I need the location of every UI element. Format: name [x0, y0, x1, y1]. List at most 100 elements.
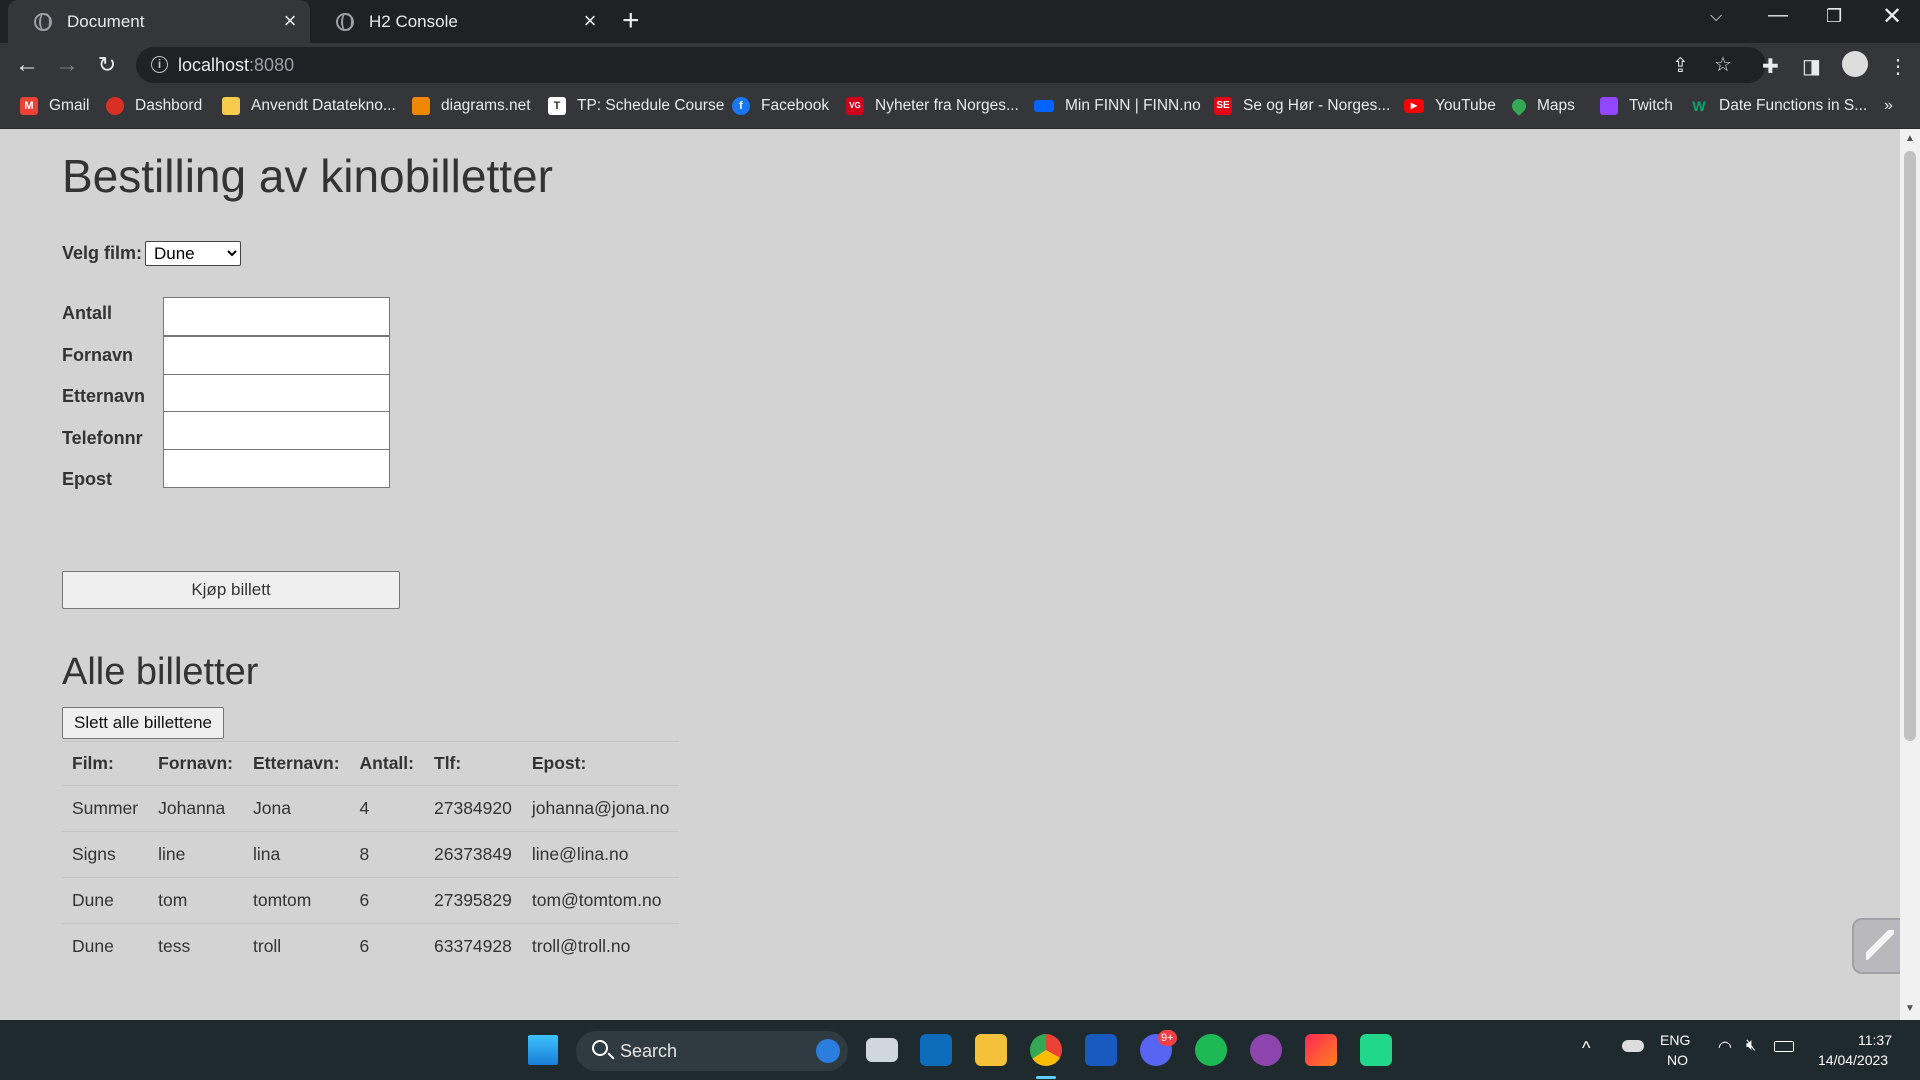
tab-search-chevron-icon[interactable]: ⌵	[1710, 8, 1722, 26]
cell-film: Dune	[62, 923, 149, 970]
cell-etternavn: lina	[243, 831, 350, 878]
scrollbar-thumb[interactable]	[1904, 151, 1916, 741]
address-bar[interactable]: i localhost:8080 ⇪ ☆	[136, 47, 1766, 83]
minimize-icon[interactable]: —	[1768, 4, 1788, 27]
wifi-icon[interactable]: ◠	[1718, 1037, 1732, 1057]
show-hidden-icons-chevron[interactable]: ^	[1582, 1038, 1590, 1059]
cell-fornavn: Johanna	[148, 785, 243, 832]
github-desktop-icon[interactable]	[1250, 1034, 1282, 1066]
gmail-icon: M	[20, 97, 38, 115]
restore-icon[interactable]: ❐	[1826, 6, 1842, 27]
back-icon[interactable]: ←	[12, 50, 42, 80]
bing-icon[interactable]	[816, 1039, 840, 1063]
bookmark-star-icon[interactable]: ☆	[1714, 52, 1732, 77]
tab-label: Document	[67, 11, 145, 31]
side-panel-icon[interactable]: ◨	[1802, 54, 1821, 79]
tickets-title: Alle billetter	[62, 651, 259, 693]
finn-icon	[1034, 100, 1054, 112]
bookmark-w3schools[interactable]: W Date Functions in S...	[1690, 97, 1867, 115]
volume-muted-icon[interactable]: 🔇︎	[1746, 1037, 1756, 1055]
windows-taskbar: Search 9+ ^ ENG NO ◠ 🔇︎ 11:37 14/04/2023	[0, 1020, 1920, 1080]
tp-icon: T	[548, 97, 566, 115]
bookmark-gmail[interactable]: M Gmail	[20, 97, 89, 115]
scroll-down-icon[interactable]: ▼	[1904, 1003, 1916, 1014]
clock-date[interactable]: 14/04/2023	[1818, 1052, 1888, 1068]
cell-antall: 4	[349, 785, 424, 832]
bookmark-vg[interactable]: VG Nyheter fra Norges...	[846, 97, 1019, 115]
spotify-icon[interactable]	[1195, 1034, 1227, 1066]
dashboard-icon	[106, 97, 124, 115]
maps-icon	[1509, 96, 1529, 116]
bookmark-anvendt[interactable]: Anvendt Datatekno...	[222, 97, 396, 115]
etternavn-label: Etternavn	[62, 386, 146, 406]
epost-input[interactable]	[163, 449, 390, 488]
twitch-icon	[1600, 97, 1618, 115]
bookmark-facebook[interactable]: f Facebook	[732, 97, 829, 115]
cell-tlf: 27384920	[424, 785, 522, 832]
table-row: Summer Johanna Jona 4 27384920 johanna@j…	[62, 785, 680, 832]
lang-top[interactable]: ENG	[1660, 1032, 1690, 1048]
forward-icon[interactable]: →	[52, 50, 82, 80]
pycharm-icon[interactable]	[1360, 1034, 1392, 1066]
youtube-icon: ▶	[1404, 99, 1424, 113]
menu-kebab-icon[interactable]: ⋮	[1888, 54, 1908, 79]
task-view-icon[interactable]	[866, 1038, 898, 1062]
bookmark-twitch[interactable]: Twitch	[1600, 97, 1673, 115]
seoghor-icon: SE	[1214, 97, 1232, 115]
bookmarks-bar: M Gmail Dashbord Anvendt Datatekno... dia…	[0, 87, 1920, 129]
folder-icon	[222, 97, 240, 115]
scroll-up-icon[interactable]: ▲	[1904, 133, 1916, 144]
close-tab-icon[interactable]: ×	[280, 10, 300, 32]
lang-bottom[interactable]: NO	[1667, 1052, 1688, 1068]
clock-time[interactable]: 11:37	[1858, 1032, 1892, 1048]
bookmark-seoghor[interactable]: SE Se og Hør - Norges...	[1214, 97, 1390, 115]
cell-antall: 6	[349, 877, 424, 924]
film-select[interactable]: Dune	[145, 241, 241, 266]
active-app-indicator	[1036, 1076, 1056, 1079]
bookmarks-overflow-icon[interactable]: »	[1884, 97, 1893, 115]
bookmark-dashbord[interactable]: Dashbord	[106, 97, 202, 115]
telefonnr-label: Telefonnr	[62, 428, 143, 448]
tab-h2-console[interactable]: H2 Console ×	[310, 0, 610, 43]
diagrams-icon	[412, 97, 430, 115]
extensions-icon[interactable]: ✚	[1762, 54, 1779, 79]
new-tab-icon[interactable]: +	[622, 6, 640, 36]
bookmark-diagrams[interactable]: diagrams.net	[412, 97, 531, 115]
table-header-row: Film: Fornavn: Etternavn: Antall: Tlf: E…	[62, 741, 680, 786]
bookmark-finn[interactable]: Min FINN | FINN.no	[1034, 97, 1201, 115]
chrome-icon[interactable]	[1030, 1034, 1062, 1066]
bookmark-tp[interactable]: T TP: Schedule Course	[548, 97, 724, 115]
intellij-icon[interactable]	[1305, 1034, 1337, 1066]
battery-icon[interactable]	[1774, 1041, 1794, 1052]
fornavn-input[interactable]	[163, 336, 390, 375]
reload-icon[interactable]: ↻	[92, 50, 122, 80]
windows-start-icon[interactable]	[528, 1035, 558, 1065]
antall-input[interactable]	[163, 297, 390, 336]
site-info-icon[interactable]: i	[151, 56, 168, 73]
telefonnr-input[interactable]	[163, 411, 390, 450]
share-icon[interactable]: ⇪	[1672, 53, 1689, 78]
cell-etternavn: troll	[243, 923, 350, 970]
page-content: Bestilling av kinobilletter Velg film: D…	[0, 129, 1908, 1020]
buy-ticket-button[interactable]: Kjøp billett	[62, 571, 400, 609]
outlook-icon[interactable]	[920, 1034, 952, 1066]
etternavn-input[interactable]	[163, 374, 390, 413]
file-explorer-icon[interactable]	[975, 1034, 1007, 1066]
bookmark-maps[interactable]: Maps	[1509, 96, 1575, 116]
column-header: Fornavn:	[148, 741, 243, 786]
bookmark-youtube[interactable]: ▶ YouTube	[1404, 97, 1496, 115]
page-scrollbar[interactable]: ▲ ▼	[1900, 129, 1920, 1020]
profile-avatar[interactable]	[1842, 51, 1868, 77]
cell-etternavn: Jona	[243, 785, 350, 832]
antall-label: Antall	[62, 303, 113, 323]
lightning-icon	[1866, 930, 1894, 960]
close-window-icon[interactable]: ✕	[1882, 2, 1902, 31]
close-tab-icon[interactable]: ×	[580, 10, 600, 32]
onedrive-icon[interactable]	[1622, 1040, 1644, 1052]
tickets-table: Film: Fornavn: Etternavn: Antall: Tlf: E…	[62, 741, 680, 970]
tab-document[interactable]: Document ×	[8, 0, 310, 43]
cell-fornavn: line	[148, 831, 243, 878]
delete-all-button[interactable]: Slett alle billettene	[62, 707, 224, 739]
word-icon[interactable]	[1085, 1034, 1117, 1066]
taskbar-search[interactable]: Search	[576, 1031, 848, 1071]
